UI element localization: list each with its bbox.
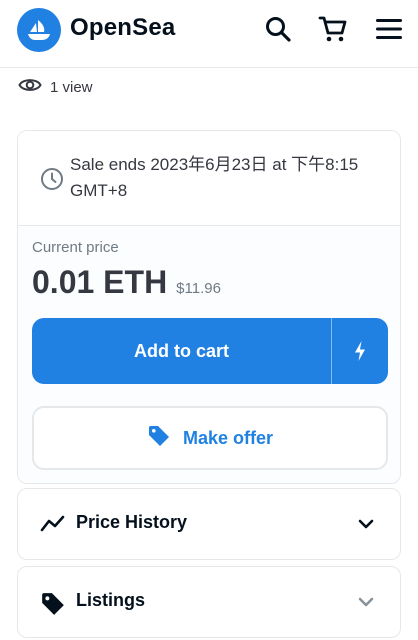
sale-end-text: Sale ends 2023年6月23日 at 下午8:15 GMT+8 xyxy=(70,155,359,200)
view-count: 1 view xyxy=(18,76,93,98)
menu-icon[interactable] xyxy=(372,12,406,46)
opensea-logo-icon[interactable] xyxy=(17,8,61,52)
tag-icon xyxy=(40,591,66,622)
sale-card: Sale ends 2023年6月23日 at 下午8:15 GMT+8 Cur… xyxy=(17,130,401,484)
tag-icon xyxy=(147,424,171,453)
add-to-cart-label[interactable]: Add to cart xyxy=(32,318,331,384)
add-to-cart-button[interactable]: Add to cart xyxy=(32,318,388,384)
price-history-panel[interactable]: Price History xyxy=(17,488,401,560)
price-eth: 0.01 ETH xyxy=(32,264,168,300)
price-usd: $11.96 xyxy=(176,280,221,297)
price-section: Current price 0.01 ETH $11.96 Add to car… xyxy=(18,227,400,483)
search-icon[interactable] xyxy=(261,12,295,46)
price-history-title: Price History xyxy=(76,512,188,532)
view-count-text: 1 view xyxy=(50,78,93,96)
cart-icon[interactable] xyxy=(316,12,350,46)
listings-title: Listings xyxy=(76,590,146,610)
eye-icon xyxy=(18,76,42,98)
make-offer-button[interactable]: Make offer xyxy=(32,406,388,470)
clock-icon xyxy=(40,167,64,196)
listings-panel[interactable]: Listings xyxy=(17,566,401,638)
current-price-label: Current price xyxy=(32,239,119,256)
lightning-icon[interactable] xyxy=(332,318,388,384)
chevron-down-icon[interactable] xyxy=(358,595,374,613)
brand-name[interactable]: OpenSea xyxy=(70,14,175,42)
top-header: OpenSea xyxy=(0,0,418,68)
chevron-down-icon[interactable] xyxy=(358,517,374,535)
trend-line-icon xyxy=(40,513,66,540)
make-offer-label[interactable]: Make offer xyxy=(183,428,273,449)
sale-end-section: Sale ends 2023年6月23日 at 下午8:15 GMT+8 xyxy=(18,131,400,226)
price-row: 0.01 ETH $11.96 xyxy=(32,264,221,301)
